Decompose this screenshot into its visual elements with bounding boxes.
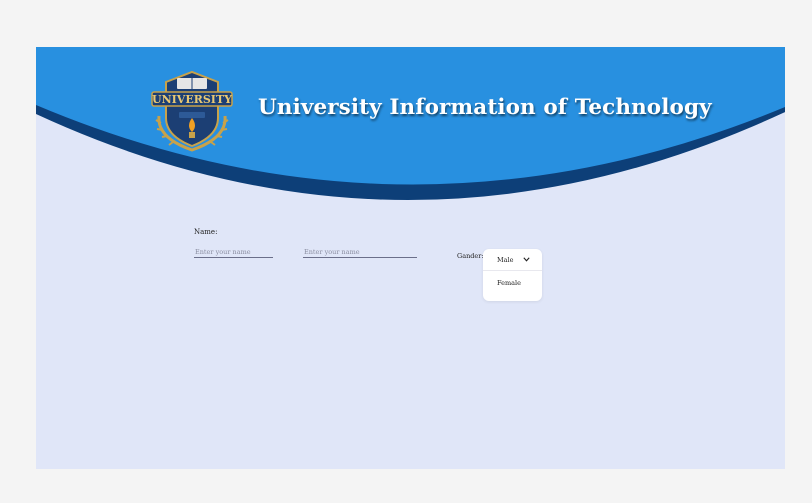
gender-label: Gander:: [457, 252, 484, 260]
chevron-down-icon[interactable]: [523, 257, 530, 262]
last-name-input[interactable]: [303, 247, 417, 258]
gender-option-female[interactable]: Female: [497, 279, 521, 287]
university-logo: UNIVERSITY: [151, 70, 233, 152]
gender-dropdown-selected[interactable]: Male: [483, 249, 542, 271]
gender-selected-value: Male: [497, 256, 514, 264]
name-label: Name:: [194, 228, 218, 236]
gender-dropdown[interactable]: Male Female: [483, 249, 542, 301]
svg-text:UNIVERSITY: UNIVERSITY: [152, 93, 232, 106]
page-background: UNIVERSITY University Information of Tec…: [36, 47, 785, 469]
page-title: University Information of Technology: [258, 95, 712, 120]
first-name-input[interactable]: [194, 247, 273, 258]
